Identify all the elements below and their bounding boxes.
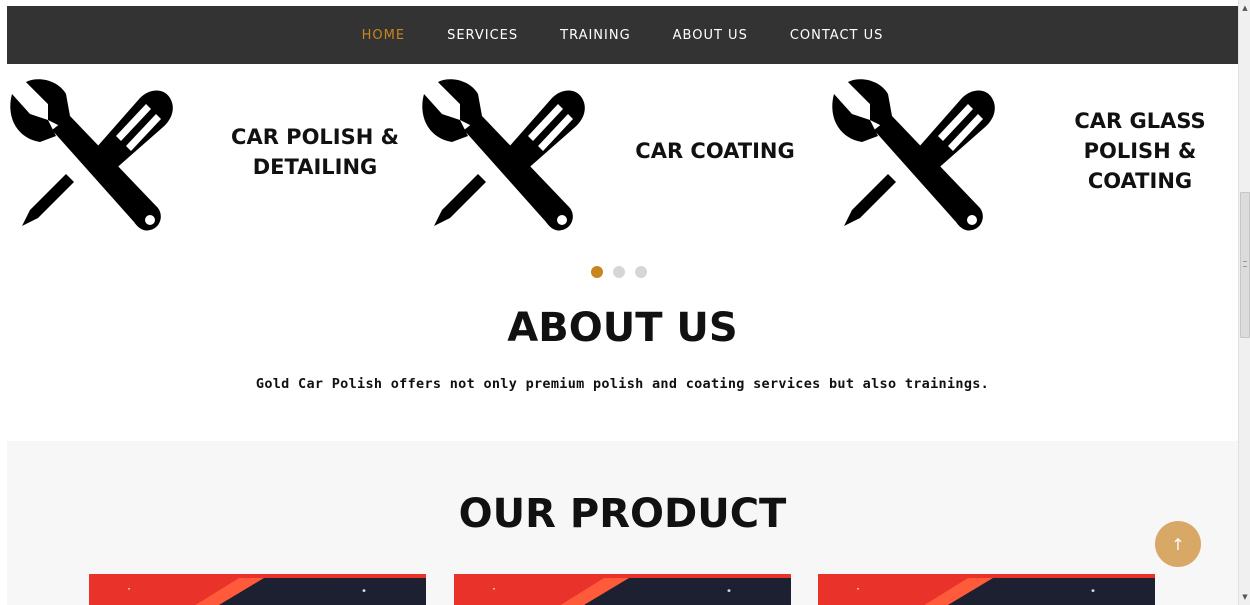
about-us-heading: ABOUT US [507,305,738,351]
back-to-top-button[interactable]: ↑ [1155,521,1201,567]
nav-item-services[interactable]: SERVICES [426,28,539,43]
wrench-screwdriver-icon [10,79,173,231]
page: HOME SERVICES TRAINING ABOUT US CONTACT … [0,0,1238,605]
slider-dot-2[interactable] [613,266,625,278]
slider-dot-1[interactable] [591,266,603,278]
wrench-screwdriver-icon [422,79,585,231]
product-card[interactable] [454,574,791,605]
slider-dot-3[interactable] [635,266,647,278]
about-us-description: Gold Car Polish offers not only premium … [255,376,990,392]
product-card[interactable] [89,574,426,605]
our-product-heading: OUR PRODUCT [458,491,787,537]
scroll-down-arrow-icon[interactable]: ▼ [1240,591,1250,603]
arrow-up-icon: ↑ [1171,534,1185,554]
service-title-car-glass-polish-coating[interactable]: CAR GLASS POLISH & COATING [1040,106,1238,196]
product-card[interactable] [818,574,1155,605]
product-image [818,578,1155,605]
scroll-up-arrow-icon[interactable]: ▲ [1240,2,1250,14]
wrench-screwdriver-icon [832,79,995,231]
product-image [89,578,426,605]
slider-pagination [0,266,1238,278]
scrollbar-grip-icon [1243,261,1247,267]
nav-item-training[interactable]: TRAINING [539,28,652,43]
our-product-section: OUR PRODUCT [7,441,1238,605]
service-title-car-coating[interactable]: CAR COATING [595,136,835,166]
vertical-scrollbar[interactable]: ▲ ▼ [1238,0,1250,605]
nav-item-contact-us[interactable]: CONTACT US [769,28,905,43]
product-image [454,578,791,605]
services-slider: CAR POLISH & DETAILING CAR COATING CAR G… [0,64,1238,244]
scrollbar-thumb[interactable] [1240,192,1250,338]
nav-item-home[interactable]: HOME [341,28,426,43]
nav-item-about-us[interactable]: ABOUT US [652,28,769,43]
top-navigation: HOME SERVICES TRAINING ABOUT US CONTACT … [7,6,1238,64]
service-title-car-polish-detailing[interactable]: CAR POLISH & DETAILING [210,122,420,182]
